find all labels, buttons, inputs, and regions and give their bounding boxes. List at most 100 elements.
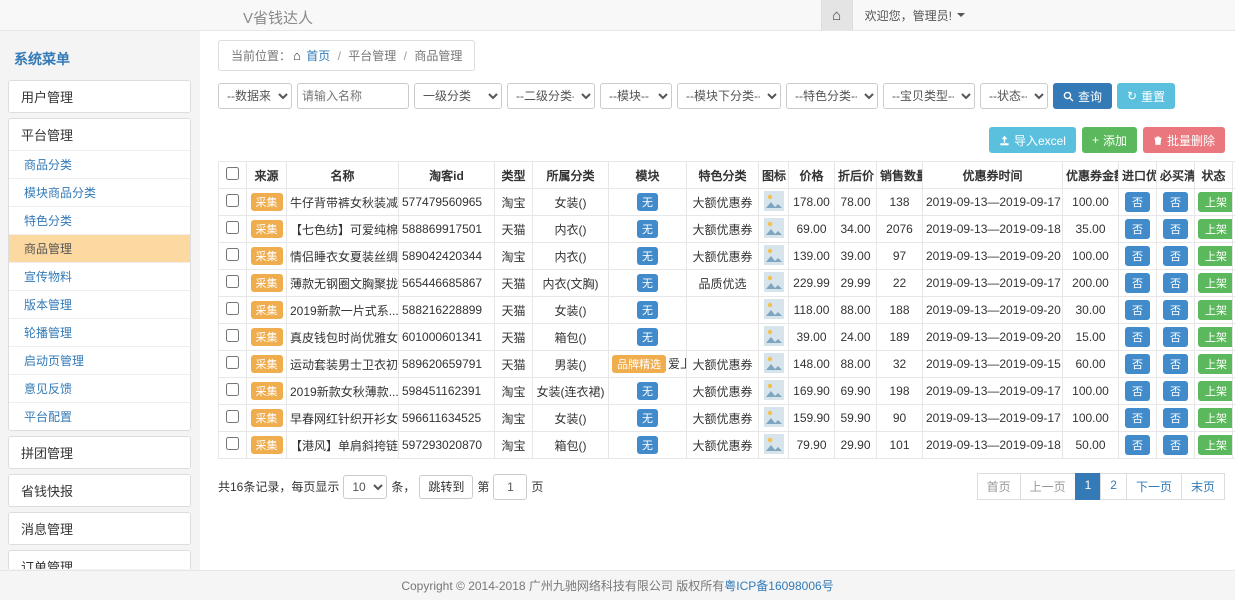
- discount-cell: 29.90: [835, 432, 877, 459]
- import-optimal-toggle[interactable]: 否: [1125, 381, 1150, 401]
- sidebar-item-0[interactable]: 用户管理: [9, 81, 190, 112]
- pager-item-3[interactable]: 2: [1100, 473, 1127, 500]
- must-buy-toggle[interactable]: 否: [1163, 192, 1188, 212]
- must-buy-toggle[interactable]: 否: [1163, 354, 1188, 374]
- taoke-id: 597293020870: [402, 438, 482, 452]
- sidebar-subitem-1[interactable]: 模块商品分类: [9, 178, 190, 206]
- feature-category-select[interactable]: --特色分类--: [786, 83, 878, 109]
- import-optimal-toggle[interactable]: 否: [1125, 354, 1150, 374]
- status-button[interactable]: 上架: [1198, 219, 1233, 239]
- sidebar-subitem-0[interactable]: 商品分类: [9, 150, 190, 178]
- sidebar-subitem-2[interactable]: 特色分类: [9, 206, 190, 234]
- name-search-input[interactable]: [297, 83, 409, 109]
- pager-item-1[interactable]: 上一页: [1020, 473, 1076, 500]
- category1-select[interactable]: 一级分类: [414, 83, 502, 109]
- topbar-right: ⌂ 欢迎您，管理员!: [821, 0, 977, 30]
- import-optimal-toggle[interactable]: 否: [1125, 273, 1150, 293]
- row-checkbox[interactable]: [226, 302, 239, 315]
- category2-select[interactable]: --二级分类--: [507, 83, 595, 109]
- sidebar-subitem-6[interactable]: 轮播管理: [9, 318, 190, 346]
- home-button[interactable]: ⌂: [821, 0, 853, 30]
- thumbnail-cell: [759, 324, 789, 351]
- import-optimal-toggle[interactable]: 否: [1125, 219, 1150, 239]
- row-checkbox[interactable]: [226, 329, 239, 342]
- pager-item-2[interactable]: 1: [1075, 473, 1102, 500]
- sidebar-item-1[interactable]: 平台管理: [9, 119, 190, 150]
- status-button[interactable]: 上架: [1198, 273, 1233, 293]
- reset-button[interactable]: ↻ 重置: [1117, 83, 1175, 109]
- status-select[interactable]: --状态--: [980, 83, 1048, 109]
- sidebar-subitem-4[interactable]: 宣传物料: [9, 262, 190, 290]
- batch-delete-button[interactable]: 批量删除: [1143, 127, 1225, 153]
- must-buy-cell: 否: [1157, 378, 1195, 405]
- status-button[interactable]: 上架: [1198, 300, 1233, 320]
- must-buy-toggle[interactable]: 否: [1163, 246, 1188, 266]
- must-buy-toggle[interactable]: 否: [1163, 435, 1188, 455]
- discount-cell: 29.99: [835, 270, 877, 297]
- sidebar-item-5[interactable]: 订单管理: [9, 551, 190, 569]
- status-button[interactable]: 上架: [1198, 435, 1233, 455]
- must-buy-toggle[interactable]: 否: [1163, 408, 1188, 428]
- sidebar-item-4[interactable]: 消息管理: [9, 513, 190, 544]
- sidebar-subitem-3[interactable]: 商品管理: [9, 234, 190, 262]
- row-checkbox[interactable]: [226, 437, 239, 450]
- pager-item-4[interactable]: 下一页: [1126, 473, 1182, 500]
- must-buy-cell: 否: [1157, 297, 1195, 324]
- status-button[interactable]: 上架: [1198, 354, 1233, 374]
- row-checkbox[interactable]: [226, 248, 239, 261]
- must-buy-toggle[interactable]: 否: [1163, 327, 1188, 347]
- sidebar-item-2[interactable]: 拼团管理: [9, 437, 190, 468]
- status-button[interactable]: 上架: [1198, 192, 1233, 212]
- status-button[interactable]: 上架: [1198, 381, 1233, 401]
- search-button[interactable]: 查询: [1053, 83, 1112, 109]
- pager-item-0[interactable]: 首页: [977, 473, 1021, 500]
- page-number-input[interactable]: [493, 474, 527, 500]
- sidebar-subitem-9[interactable]: 平台配置: [9, 402, 190, 430]
- source-filter-select[interactable]: --数据来源--: [218, 83, 292, 109]
- sidebar-subitem-5[interactable]: 版本管理: [9, 290, 190, 318]
- row-checkbox[interactable]: [226, 410, 239, 423]
- row-checkbox[interactable]: [226, 194, 239, 207]
- status-button[interactable]: 上架: [1198, 246, 1233, 266]
- must-buy-toggle[interactable]: 否: [1163, 219, 1188, 239]
- import-optimal-toggle[interactable]: 否: [1125, 327, 1150, 347]
- add-button[interactable]: + 添加: [1082, 127, 1137, 153]
- breadcrumb-home-link[interactable]: 首页: [306, 49, 330, 63]
- feature-cell: 大额优惠券: [687, 378, 759, 405]
- select-all-checkbox[interactable]: [226, 167, 239, 180]
- coupon-time-cell: 2019-09-13—2019-09-17: [923, 189, 1063, 216]
- column-header-5: 模块: [609, 162, 687, 189]
- source-cell: 采集: [247, 270, 287, 297]
- must-buy-toggle[interactable]: 否: [1163, 300, 1188, 320]
- icp-link[interactable]: 粤ICP备16098006号: [724, 577, 833, 594]
- per-page-select[interactable]: 10: [343, 475, 387, 499]
- coupon-time-cell: 2019-09-13—2019-09-20: [923, 243, 1063, 270]
- row-checkbox[interactable]: [226, 356, 239, 369]
- jump-button[interactable]: 跳转到: [419, 475, 473, 499]
- import-optimal-toggle[interactable]: 否: [1125, 246, 1150, 266]
- import-optimal-toggle[interactable]: 否: [1125, 408, 1150, 428]
- status-button[interactable]: 上架: [1198, 408, 1233, 428]
- must-buy-cell: 否: [1157, 243, 1195, 270]
- status-button[interactable]: 上架: [1198, 327, 1233, 347]
- must-buy-toggle[interactable]: 否: [1163, 273, 1188, 293]
- module-subcategory-select[interactable]: --模块下分类--: [677, 83, 781, 109]
- import-optimal-toggle[interactable]: 否: [1125, 192, 1150, 212]
- column-header-2: 淘客id: [399, 162, 495, 189]
- row-checkbox[interactable]: [226, 383, 239, 396]
- price-cell: 118.00: [789, 297, 835, 324]
- row-checkbox[interactable]: [226, 275, 239, 288]
- import-excel-button[interactable]: 导入excel: [989, 127, 1076, 153]
- pager-item-5[interactable]: 末页: [1181, 473, 1225, 500]
- row-checkbox[interactable]: [226, 221, 239, 234]
- sidebar-subitem-7[interactable]: 启动页管理: [9, 346, 190, 374]
- module-select[interactable]: --模块--: [600, 83, 672, 109]
- user-menu[interactable]: 欢迎您，管理员!: [853, 0, 977, 30]
- sidebar-item-3[interactable]: 省钱快报: [9, 475, 190, 506]
- must-buy-cell: 否: [1157, 324, 1195, 351]
- must-buy-toggle[interactable]: 否: [1163, 381, 1188, 401]
- sidebar-subitem-8[interactable]: 意见反馈: [9, 374, 190, 402]
- item-type-select[interactable]: --宝贝类型--: [883, 83, 975, 109]
- import-optimal-toggle[interactable]: 否: [1125, 435, 1150, 455]
- import-optimal-toggle[interactable]: 否: [1125, 300, 1150, 320]
